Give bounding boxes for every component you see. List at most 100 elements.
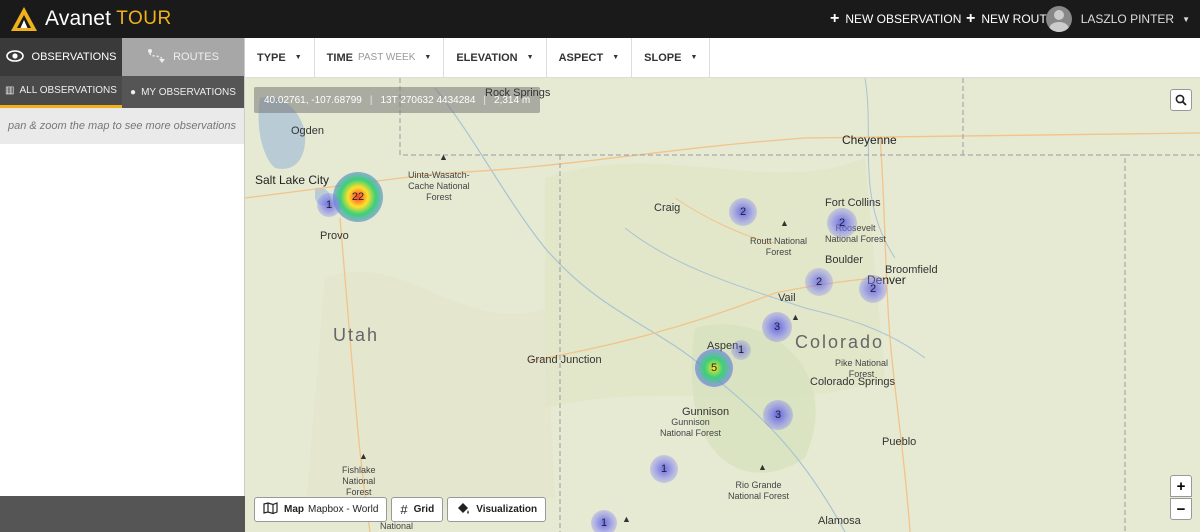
place-label: Provo bbox=[320, 230, 349, 242]
cluster-count: 2 bbox=[869, 283, 877, 295]
forest-marker-icon: ▲ bbox=[622, 514, 631, 524]
observation-cluster[interactable]: 1 bbox=[591, 510, 617, 532]
state-label: Utah bbox=[333, 325, 380, 345]
filter-type-label: TYPE bbox=[257, 51, 286, 64]
observation-cluster[interactable]: 2 bbox=[859, 275, 887, 303]
filter-aspect[interactable]: ASPECT ▼ bbox=[547, 38, 633, 77]
filter-time[interactable]: TIME PAST WEEK ▼ bbox=[315, 38, 445, 77]
cluster-count: 3 bbox=[773, 321, 781, 333]
caret-down-icon: ▼ bbox=[294, 54, 302, 61]
observation-cluster[interactable]: 2 bbox=[827, 208, 857, 238]
cluster-count: 1 bbox=[660, 463, 668, 475]
new-route-button[interactable]: + NEW ROUTE bbox=[966, 0, 1055, 38]
caret-down-icon: ▼ bbox=[424, 54, 432, 61]
observation-cluster[interactable]: 1 bbox=[317, 193, 341, 217]
app-name: Avanet bbox=[45, 7, 112, 30]
grid-button[interactable]: # Grid bbox=[391, 497, 444, 522]
forest-marker-icon: ▲ bbox=[791, 312, 800, 322]
place-label: Pueblo bbox=[882, 436, 917, 448]
place-label: National bbox=[380, 521, 414, 531]
coord-latlon: 40.02761, -107.68799 bbox=[264, 94, 362, 106]
observation-cluster[interactable]: 3 bbox=[763, 400, 793, 430]
observation-cluster[interactable]: 1 bbox=[650, 455, 678, 483]
forest-marker-icon: ▲ bbox=[359, 451, 368, 461]
app-logo[interactable]: Avanet TOUR bbox=[10, 6, 172, 32]
avatar bbox=[1045, 6, 1072, 32]
state-label: Colorado bbox=[795, 332, 885, 352]
zoom-in-button[interactable]: + bbox=[1170, 475, 1192, 497]
sidebar-footer bbox=[0, 496, 245, 532]
place-label: Uinta-Wasatch- Cache National Forest bbox=[408, 170, 470, 202]
map-icon: ▥ bbox=[5, 85, 15, 96]
zoom-out-button[interactable]: − bbox=[1170, 498, 1192, 520]
new-observation-button[interactable]: + NEW OBSERVATION bbox=[830, 0, 961, 38]
subtab-all-label: ALL OBSERVATIONS bbox=[19, 85, 117, 96]
cluster-count: 1 bbox=[737, 344, 745, 356]
user-icon: ● bbox=[130, 86, 137, 98]
observation-cluster[interactable]: 2 bbox=[805, 268, 833, 296]
place-label: Routt National Forest bbox=[750, 236, 808, 257]
filter-time-value: PAST WEEK bbox=[357, 52, 416, 63]
map-icon bbox=[263, 502, 278, 517]
filter-elevation[interactable]: ELEVATION ▼ bbox=[444, 38, 547, 77]
new-observation-label: NEW OBSERVATION bbox=[845, 12, 962, 26]
place-label: Grand Junction bbox=[527, 354, 602, 366]
map-view[interactable]: 40.02761, -107.68799 | 13T 270632 443428… bbox=[245, 78, 1200, 532]
observations-hint: pan & zoom the map to see more observati… bbox=[0, 108, 244, 144]
filter-aspect-label: ASPECT bbox=[558, 51, 604, 64]
plus-icon: + bbox=[830, 10, 840, 27]
observation-cluster[interactable]: 3 bbox=[762, 312, 792, 342]
tab-routes[interactable]: ROUTES bbox=[122, 38, 244, 76]
tab-observations[interactable]: OBSERVATIONS bbox=[0, 38, 122, 76]
place-label: Vail bbox=[778, 292, 796, 304]
observation-cluster[interactable]: 2 bbox=[729, 198, 757, 226]
place-label: Gunnison National Forest bbox=[660, 417, 722, 438]
filter-slope[interactable]: SLOPE ▼ bbox=[632, 38, 711, 77]
subtab-my-label: MY OBSERVATIONS bbox=[141, 86, 236, 98]
caret-down-icon: ▼ bbox=[690, 54, 698, 61]
place-label: Fishlake National Forest bbox=[342, 465, 376, 497]
map-layer-label: Map bbox=[284, 504, 304, 515]
avanet-logo-icon bbox=[11, 7, 37, 31]
cluster-count: 3 bbox=[774, 409, 782, 421]
place-label: Salt Lake City bbox=[255, 173, 330, 187]
search-icon bbox=[1175, 94, 1187, 106]
subtab-all-observations[interactable]: ▥ ALL OBSERVATIONS bbox=[0, 76, 122, 108]
eye-icon bbox=[5, 49, 24, 65]
user-menu[interactable]: LASZLO PINTER ▼ bbox=[1045, 4, 1190, 34]
caret-down-icon: ▼ bbox=[612, 54, 620, 61]
tab-observations-label: OBSERVATIONS bbox=[31, 51, 117, 63]
top-bar: Avanet TOUR + NEW OBSERVATION + NEW ROUT… bbox=[0, 0, 1200, 38]
forest-marker-icon: ▲ bbox=[758, 462, 767, 472]
place-label: Alamosa bbox=[818, 515, 861, 527]
place-label: Rio Grande National Forest bbox=[728, 480, 790, 501]
sidebar-tabs: OBSERVATIONS ROUTES bbox=[0, 38, 244, 76]
observation-cluster[interactable]: 1 bbox=[731, 340, 751, 360]
cluster-count: 2 bbox=[739, 206, 747, 218]
filter-type[interactable]: TYPE ▼ bbox=[245, 38, 315, 77]
place-label: Ogden bbox=[291, 125, 325, 137]
forest-marker-icon: ▲ bbox=[780, 218, 789, 228]
place-label: Craig bbox=[654, 202, 681, 214]
separator: | bbox=[369, 94, 373, 106]
place-label: Cheyenne bbox=[842, 133, 897, 147]
filter-bar: TYPE ▼ TIME PAST WEEK ▼ ELEVATION ▼ ASPE… bbox=[245, 38, 1200, 78]
subtab-my-observations[interactable]: ● MY OBSERVATIONS bbox=[122, 76, 244, 108]
map-layer-source: Mapbox - World bbox=[308, 504, 379, 515]
visualization-label: Visualization bbox=[476, 504, 538, 515]
map-tools: Map Mapbox - World # Grid Visualization bbox=[254, 497, 547, 522]
observation-cluster[interactable]: 22 bbox=[333, 172, 383, 222]
map-layer-button[interactable]: Map Mapbox - World bbox=[254, 497, 388, 522]
cluster-count: 1 bbox=[600, 517, 608, 529]
place-label: Rock Springs bbox=[485, 87, 551, 99]
grid-icon: # bbox=[400, 502, 408, 517]
cluster-count: 22 bbox=[351, 191, 365, 203]
forest-marker-icon: ▲ bbox=[439, 152, 448, 162]
grid-label: Grid bbox=[413, 504, 435, 515]
filter-elevation-label: ELEVATION bbox=[456, 51, 518, 64]
map-search-button[interactable] bbox=[1170, 89, 1192, 111]
visualization-button[interactable]: Visualization bbox=[447, 497, 547, 522]
observation-cluster[interactable]: 5 bbox=[695, 349, 733, 387]
cluster-count: 1 bbox=[325, 199, 333, 211]
map-base bbox=[245, 78, 1200, 532]
